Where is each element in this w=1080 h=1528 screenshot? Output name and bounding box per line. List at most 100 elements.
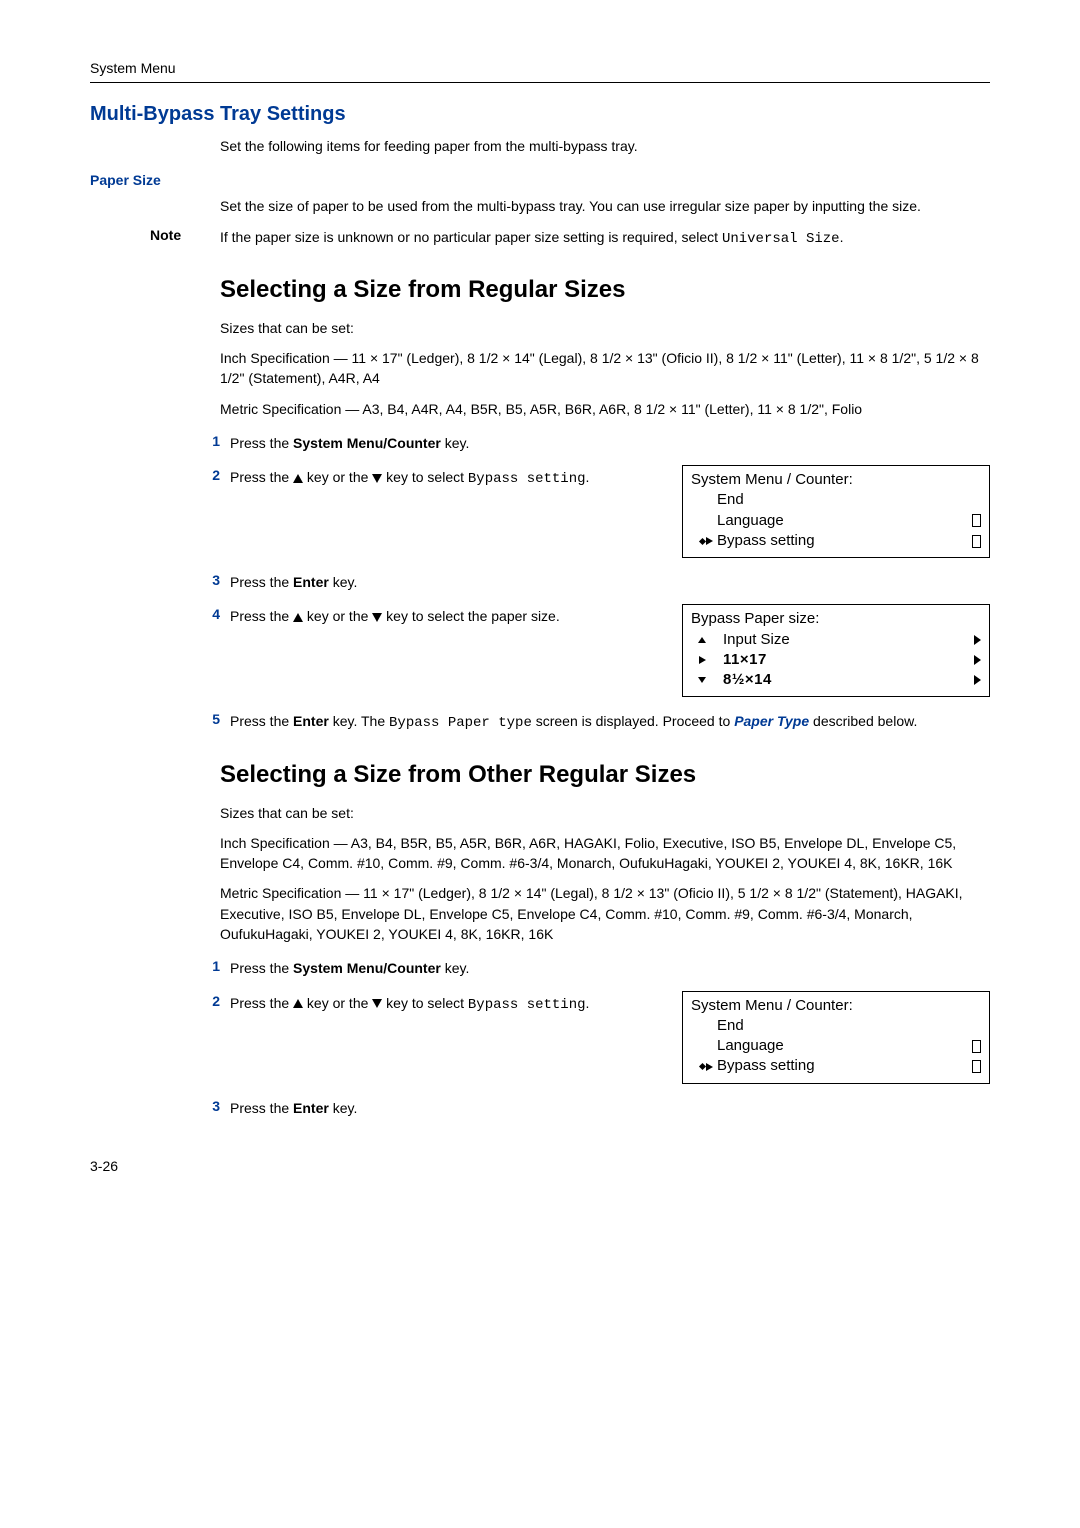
step-body: Press the key or the key to select the p…	[230, 606, 990, 697]
step-number: 3	[190, 572, 220, 588]
note-suffix: .	[840, 229, 844, 245]
key-name: System Menu/Counter	[293, 960, 441, 976]
up-arrow-icon	[293, 474, 303, 483]
section-title: Multi-Bypass Tray Settings	[90, 103, 990, 126]
inch-label: Inch Specification —	[220, 350, 352, 366]
t: Press the	[230, 960, 293, 976]
step-body: Press the key or the key to select Bypas…	[230, 993, 990, 1084]
arrow-right-icon	[974, 675, 981, 685]
step-number: 2	[190, 993, 220, 1009]
submenu-icon	[972, 1040, 981, 1053]
inch-label: Inch Specification —	[220, 835, 351, 851]
t: key. The	[329, 713, 389, 729]
cursor-icon	[700, 1063, 713, 1071]
note-text: If the paper size is unknown or no parti…	[220, 227, 843, 249]
lcd-title: System Menu / Counter:	[691, 996, 981, 1016]
cursor-icon	[700, 537, 713, 545]
scroll-up-icon	[698, 637, 706, 643]
lcd-row: Bypass setting	[717, 1056, 815, 1076]
step-body: Press the System Menu/Counter key.	[230, 958, 990, 978]
t: key or the	[303, 469, 372, 485]
metric-label: Metric Specification —	[220, 885, 363, 901]
lcd-row: Input Size	[723, 630, 790, 650]
t: key or the	[303, 995, 372, 1011]
key-name: Enter	[293, 713, 329, 729]
note-row: Note If the paper size is unknown or no …	[150, 227, 990, 249]
regular-steps: 1 Press the System Menu/Counter key. 2 P…	[90, 433, 990, 734]
regular-metric: Metric Specification — A3, B4, A4R, A4, …	[220, 399, 990, 419]
step-number: 1	[190, 958, 220, 974]
lcd-row: End	[717, 490, 744, 510]
step-number: 2	[190, 467, 220, 483]
mono: Bypass Paper type	[389, 715, 532, 731]
other-steps: 1 Press the System Menu/Counter key. 2 P…	[90, 958, 990, 1118]
key-name: Enter	[293, 574, 329, 590]
down-arrow-icon	[372, 613, 382, 622]
running-head: System Menu	[90, 60, 990, 76]
lcd-title: Bypass Paper size:	[691, 609, 981, 629]
t: Press the	[230, 713, 293, 729]
key-name: Enter	[293, 1100, 329, 1116]
metric-label: Metric Specification —	[220, 401, 362, 417]
arrow-right-icon	[974, 635, 981, 645]
t: screen is displayed. Proceed to	[532, 713, 734, 729]
note-mono: Universal Size	[722, 231, 840, 247]
lcd-panel: Bypass Paper size: Input Size 11×17 8½×1…	[682, 604, 990, 697]
other-inch: Inch Specification — A3, B4, B5R, B5, A5…	[220, 833, 990, 874]
mono: Bypass setting	[468, 997, 586, 1013]
step-number: 4	[190, 606, 220, 622]
submenu-icon	[972, 514, 981, 527]
key-name: System Menu/Counter	[293, 435, 441, 451]
t: Press the	[230, 995, 293, 1011]
up-arrow-icon	[293, 613, 303, 622]
t: .	[586, 469, 590, 485]
paper-size-para: Set the size of paper to be used from th…	[220, 196, 990, 216]
down-arrow-icon	[372, 474, 382, 483]
arrow-right-icon	[974, 655, 981, 665]
lcd-row: Bypass setting	[717, 531, 815, 551]
t: Press the	[230, 574, 293, 590]
t: described below.	[809, 713, 917, 729]
page-number: 3-26	[90, 1158, 990, 1174]
paper-size-heading: Paper Size	[90, 172, 990, 188]
cursor-icon	[699, 656, 706, 664]
regular-heading: Selecting a Size from Regular Sizes	[220, 273, 990, 308]
submenu-icon	[972, 1060, 981, 1073]
mono: Bypass setting	[468, 471, 586, 487]
lcd-row: 8½×14	[723, 670, 772, 690]
rule	[90, 82, 990, 83]
regular-sizes-lead: Sizes that can be set:	[220, 318, 990, 338]
lcd-title: System Menu / Counter:	[691, 470, 981, 490]
t: key to select	[382, 469, 468, 485]
down-arrow-icon	[372, 999, 382, 1008]
lcd-row: Language	[717, 511, 784, 531]
t: key to select the paper size.	[382, 608, 559, 624]
step-number: 3	[190, 1098, 220, 1114]
lcd-panel: System Menu / Counter: End Language Bypa…	[682, 465, 990, 558]
other-heading: Selecting a Size from Other Regular Size…	[220, 758, 990, 793]
t: Press the	[230, 1100, 293, 1116]
up-arrow-icon	[293, 999, 303, 1008]
step-body: Press the key or the key to select Bypas…	[230, 467, 990, 558]
t: .	[586, 995, 590, 1011]
section-intro: Set the following items for feeding pape…	[220, 136, 990, 156]
note-label: Note	[150, 227, 220, 243]
regular-inch: Inch Specification — 11 × 17" (Ledger), …	[220, 348, 990, 389]
t: key.	[329, 1100, 358, 1116]
lcd-row: End	[717, 1016, 744, 1036]
note-prefix: If the paper size is unknown or no parti…	[220, 229, 722, 245]
submenu-icon	[972, 535, 981, 548]
step-number: 1	[190, 433, 220, 449]
t: key.	[441, 435, 470, 451]
scroll-down-icon	[698, 677, 706, 683]
step-number: 5	[190, 711, 220, 727]
t: key to select	[382, 995, 468, 1011]
lcd-row: Language	[717, 1036, 784, 1056]
cross-ref-link[interactable]: Paper Type	[734, 713, 809, 729]
t: Press the	[230, 608, 293, 624]
other-metric: Metric Specification — 11 × 17" (Ledger)…	[220, 883, 990, 944]
step-body: Press the Enter key.	[230, 1098, 990, 1118]
step-body: Press the Enter key. The Bypass Paper ty…	[230, 711, 990, 733]
t: Press the	[230, 469, 293, 485]
metric-body: A3, B4, A4R, A4, B5R, B5, A5R, B6R, A6R,…	[362, 401, 862, 417]
